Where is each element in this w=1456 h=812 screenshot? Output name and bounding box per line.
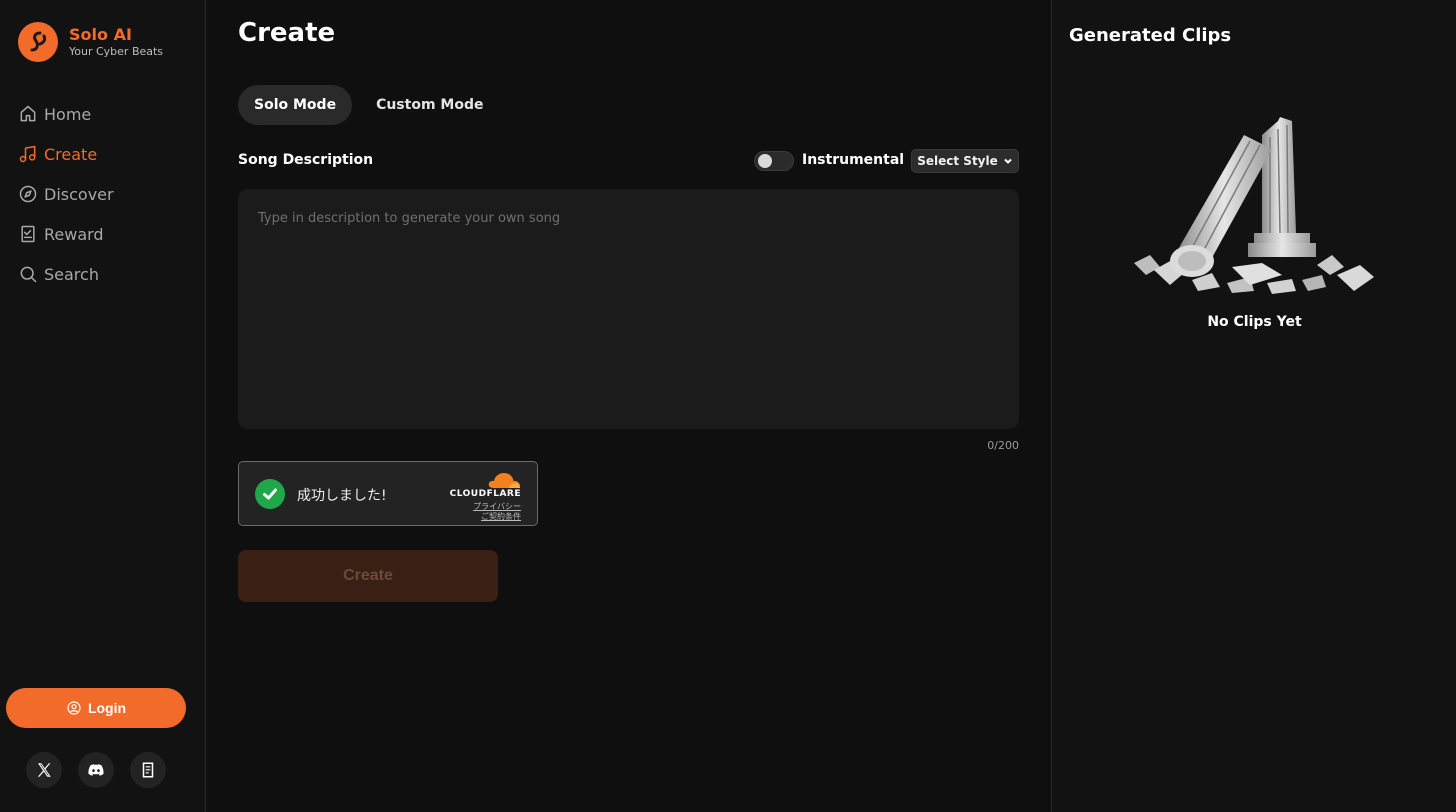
nav-item-create[interactable]: Create <box>18 134 114 174</box>
login-button[interactable]: Login <box>6 688 186 728</box>
broken-column-illustration <box>1134 117 1374 294</box>
nav-item-search[interactable]: Search <box>18 254 114 294</box>
user-circle-icon <box>67 701 81 715</box>
tab-custom-mode[interactable]: Custom Mode <box>360 85 499 125</box>
toggle-knob <box>758 154 772 168</box>
instrumental-label: Instrumental <box>802 152 905 168</box>
generated-clips-panel: Generated Clips No Clips Yet <box>1051 0 1456 812</box>
discord-icon <box>88 764 104 776</box>
chevron-down-icon <box>1004 158 1012 164</box>
nav-item-label: Search <box>44 264 99 284</box>
generated-clips-title: Generated Clips <box>1069 25 1232 46</box>
login-label: Login <box>87 700 127 716</box>
x-icon <box>37 763 51 777</box>
music-note-icon <box>19 145 36 163</box>
success-check-icon <box>255 479 285 509</box>
nav-item-label: Reward <box>44 224 104 244</box>
nav-item-home[interactable]: Home <box>18 94 114 134</box>
nav-item-label: Home <box>44 104 92 124</box>
brand-name: Solo AI <box>69 25 132 44</box>
nav-item-discover[interactable]: Discover <box>18 174 114 214</box>
cloudflare-brand: CLOUDFLARE <box>449 489 521 499</box>
brand[interactable]: Solo AI Your Cyber Beats <box>18 22 163 62</box>
main-nav: Home Create Discover Reward Search <box>18 94 114 294</box>
nav-item-reward[interactable]: Reward <box>18 214 114 254</box>
docs-link[interactable] <box>130 752 166 788</box>
cloudflare-cloud-icon <box>488 473 520 488</box>
tab-solo-mode[interactable]: Solo Mode <box>238 85 353 125</box>
solo-logo-icon <box>18 22 58 62</box>
create-button[interactable]: Create <box>238 550 498 602</box>
x-link[interactable] <box>26 752 62 788</box>
captcha-status: 成功しました! <box>297 488 387 504</box>
terms-link[interactable]: ご契約条件 <box>481 511 521 522</box>
discord-link[interactable] <box>78 752 114 788</box>
sidebar: Solo AI Your Cyber Beats Home Create Dis… <box>0 0 206 812</box>
compass-icon <box>19 185 37 203</box>
cloudflare-captcha[interactable]: 成功しました! CLOUDFLARE プライバシー ご契約条件 <box>238 461 538 526</box>
page-title: Create <box>238 18 336 48</box>
empty-state-text: No Clips Yet <box>1207 314 1302 330</box>
checklist-icon <box>21 225 35 243</box>
brand-tagline: Your Cyber Beats <box>69 45 164 58</box>
docs-icon <box>142 762 154 778</box>
mode-tabs: Solo Mode Custom Mode <box>238 85 499 125</box>
song-description-input[interactable] <box>238 189 1019 429</box>
char-count: 0/200 <box>987 439 1019 452</box>
create-panel: Create Solo Mode Custom Mode Song Descri… <box>206 0 1051 812</box>
select-style-label: Select Style <box>917 154 998 168</box>
search-icon <box>20 266 37 283</box>
home-icon <box>20 105 36 122</box>
song-description-label: Song Description <box>238 152 374 168</box>
nav-item-label: Create <box>44 144 98 164</box>
social-links <box>26 752 182 788</box>
nav-item-label: Discover <box>44 184 114 204</box>
instrumental-toggle[interactable] <box>754 151 794 171</box>
select-style-dropdown[interactable]: Select Style <box>911 149 1019 173</box>
